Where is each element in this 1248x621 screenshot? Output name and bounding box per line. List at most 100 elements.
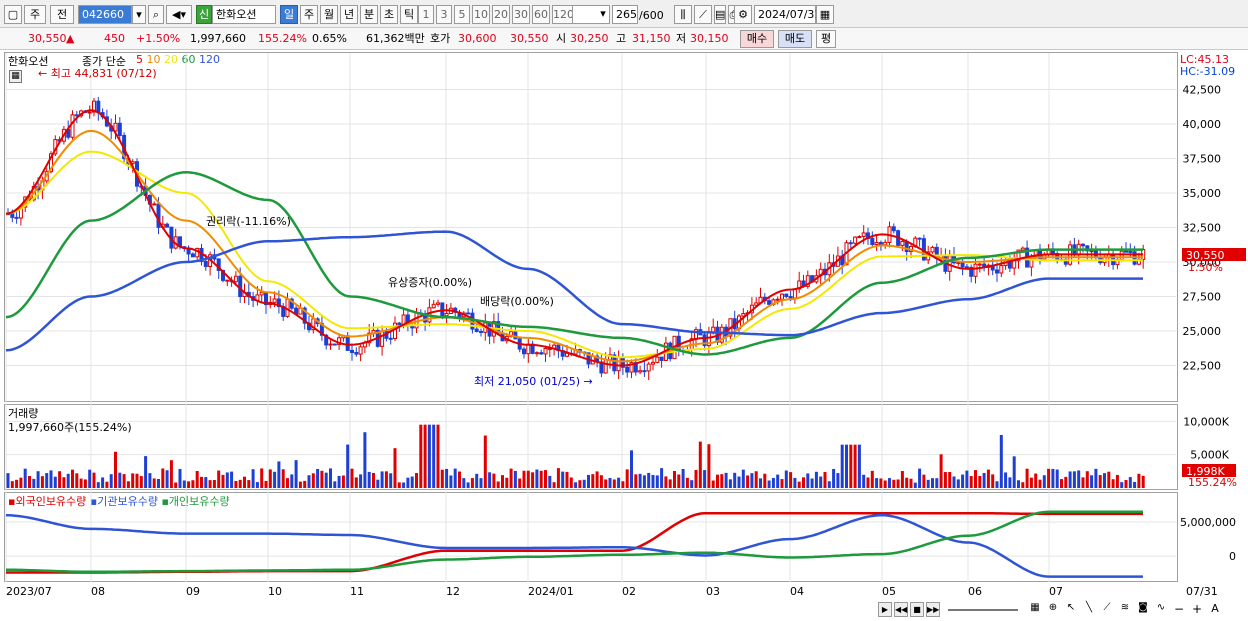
volume-bar [376,479,380,488]
candle-body [646,363,651,372]
volume-bar [174,482,178,488]
volume-bar [810,478,814,488]
volume-bar [346,444,350,488]
trend-icon[interactable]: ⟋ [1100,602,1114,617]
volume-bar [716,474,719,488]
volume-bar [569,477,573,488]
draw-line-icon[interactable]: ╲ [1082,602,1096,617]
stop-icon[interactable]: ■ [910,602,924,617]
volume-y-tick: 5,000K [1190,449,1229,462]
volume-bar [574,482,578,488]
camera-icon[interactable]: ◙ [1136,602,1150,617]
price-y-tick: 40,000 [1183,118,1222,131]
volume-bar [819,476,823,488]
volume-bar [776,474,780,488]
volume-bar [268,469,272,488]
x-tick-label: 10 [268,585,282,598]
volume-bar [1128,477,1132,488]
fib-icon[interactable]: ≋ [1118,602,1132,617]
volume-bar [53,476,57,488]
volume-bar [264,480,268,488]
volume-bar [277,461,281,488]
candle-body [930,246,935,253]
volume-bar [341,475,345,488]
candle-body [225,279,230,282]
volume-bar [767,480,771,488]
candle-body [780,293,784,300]
volume-bar [892,479,896,488]
rewind-icon[interactable]: ◀◀ [894,602,908,617]
cursor-icon[interactable]: ↖ [1064,602,1078,617]
candle-body [358,346,363,355]
candle-body [1124,250,1128,253]
x-tick-label: 09 [186,585,200,598]
volume-bar [1021,482,1025,488]
volume-bar [247,480,251,488]
zoom-slider[interactable] [948,609,1018,611]
candle-body [956,261,961,264]
volume-bar [526,470,530,488]
zoom-out-icon[interactable]: − [1172,602,1186,617]
candle-body [345,335,350,351]
volume-bar [49,470,53,488]
crosshair-icon[interactable]: ⊕ [1046,602,1060,617]
volume-bar [243,476,246,488]
grid-icon[interactable]: ▦ [1028,602,1042,617]
volume-bar [599,475,603,488]
volume-bar [630,450,633,488]
volume-bar [862,474,866,488]
holding-line-1 [5,513,1143,578]
candle-body [788,296,793,299]
x-tick-label: 02 [622,585,636,598]
volume-bar [604,479,608,488]
volume-bar [797,481,801,488]
volume-bar [668,479,672,488]
volume-bar [939,454,943,488]
candle-body [616,356,621,372]
x-tick-label: 04 [790,585,804,598]
volume-bar [935,478,939,488]
price-y-tick: 32,500 [1183,222,1222,235]
volume-bar [410,476,414,488]
volume-bar [131,473,135,488]
volume-bar [539,470,543,488]
volume-bar [999,434,1003,488]
zoom-in-icon[interactable]: + [1190,602,1204,617]
price-y-tick: 22,500 [1183,360,1222,373]
auto-scale-icon[interactable]: A [1208,602,1222,617]
volume-bar [883,480,887,488]
volume-bar [1081,477,1085,488]
volume-bar [303,480,307,488]
volume-bar [62,477,66,488]
volume-bar [496,481,500,488]
volume-bar [234,481,238,488]
volume-bar [354,477,358,488]
volume-bar [1034,473,1038,488]
candle-body [1128,250,1133,253]
volume-bar [1055,469,1059,488]
volume-bar [685,477,689,488]
low-annotation: 최저 21,050 (01/25) → [474,375,593,388]
volume-bar [445,468,449,488]
volume-bar [986,469,990,488]
volume-bar [853,444,857,488]
volume-bar [1072,471,1076,488]
candle-body [659,356,664,361]
volume-bar [1042,475,1046,488]
play-icon[interactable]: ▶ [878,602,892,617]
volume-bar [888,478,891,488]
volume-bar [952,476,956,488]
candle-body [960,261,965,268]
volume-bar [96,482,100,488]
volume-bar [806,473,810,488]
forward-icon[interactable]: ▶▶ [926,602,940,617]
volume-bar [6,473,10,488]
candle-body [14,216,19,219]
wave-icon[interactable]: ∿ [1154,602,1168,617]
volume-bar [298,481,302,488]
x-tick-label: 07 [1049,585,1063,598]
volume-bar [105,481,109,488]
volume-bar [427,424,431,488]
volume-bar [161,468,165,488]
volume-bar [466,482,470,488]
